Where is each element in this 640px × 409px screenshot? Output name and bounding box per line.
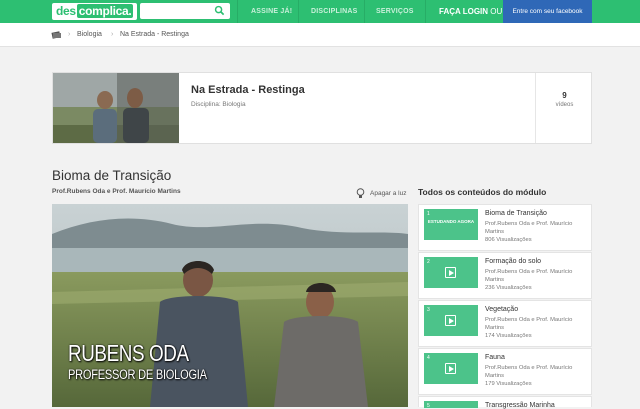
- module-thumbnail[interactable]: [53, 73, 179, 143]
- chevron-right-icon: ›: [68, 31, 71, 38]
- now-studying-label: ESTUDANDO AGORA: [427, 219, 475, 224]
- now-studying-badge: 1 ESTUDANDO AGORA: [424, 209, 478, 240]
- list-item[interactable]: 5 Transgressão Marinha: [418, 396, 592, 409]
- item-professors: Prof.Rubens Oda e Prof. Maurício Martins: [485, 317, 573, 331]
- item-professors: Prof.Rubens Oda e Prof. Maurício Martins: [485, 269, 573, 283]
- nav-divider: [237, 0, 238, 23]
- video-player[interactable]: RUBENS ODA PROFESSOR DE BIOLOGIA: [52, 204, 408, 407]
- item-number: 3: [427, 307, 430, 313]
- module-discipline: Disciplina: Biologia: [191, 101, 246, 108]
- module-contents-heading: Todos os conteúdos do módulo: [418, 187, 547, 197]
- item-title: Bioma de Transição: [485, 210, 547, 217]
- item-title: Fauna: [485, 354, 505, 361]
- item-views: 174 Visualizações: [485, 333, 532, 339]
- item-views: 236 Visualizações: [485, 285, 532, 291]
- item-professors: Prof.Rubens Oda e Prof. Maurício Martins: [485, 221, 573, 235]
- module-card: Na Estrada - Restinga Disciplina: Biolog…: [52, 72, 592, 144]
- list-item[interactable]: 3 Vegetação Prof.Rubens Oda e Prof. Maur…: [418, 300, 592, 347]
- breadcrumb-biologia[interactable]: Biologia: [77, 31, 102, 38]
- search-icon[interactable]: [214, 5, 225, 16]
- module-divider: [535, 73, 536, 143]
- video-overlay-name: RUBENS ODA: [68, 340, 189, 366]
- lights-off-label: Apagar a luz: [370, 190, 407, 197]
- books-icon[interactable]: [51, 30, 62, 40]
- breadcrumb: › Biologia › Na Estrada - Restinga: [0, 23, 640, 47]
- lesson-title: Bioma de Transição: [52, 168, 172, 183]
- list-item[interactable]: 2 Formação do solo Prof.Rubens Oda e Pro…: [418, 252, 592, 299]
- nav-disciplinas[interactable]: DISCIPLINAS: [311, 0, 358, 23]
- login-link[interactable]: FAÇA LOGIN: [439, 7, 488, 16]
- item-thumbnail: 2: [424, 257, 478, 288]
- lesson-professors: Prof.Rubens Oda e Prof. Maurício Martins: [52, 188, 181, 195]
- logo-text-b: complica.: [76, 4, 134, 18]
- item-thumbnail: 4: [424, 353, 478, 384]
- item-title: Vegetação: [485, 306, 519, 313]
- video-count: 9 vídeos: [536, 91, 593, 108]
- play-icon: [445, 315, 456, 326]
- video-count-label: vídeos: [555, 102, 574, 108]
- item-number: 5: [427, 403, 430, 409]
- nav-divider: [298, 0, 299, 23]
- list-item[interactable]: 4 Fauna Prof.Rubens Oda e Prof. Maurício…: [418, 348, 592, 395]
- nav-divider: [425, 0, 426, 23]
- lights-off-toggle[interactable]: Apagar a luz: [356, 188, 407, 199]
- play-icon: [445, 363, 456, 374]
- item-number: 1: [427, 211, 430, 217]
- item-thumbnail: 3: [424, 305, 478, 336]
- list-item[interactable]: 1 ESTUDANDO AGORA Bioma de Transição Pro…: [418, 204, 592, 251]
- item-title: Transgressão Marinha: [485, 402, 555, 409]
- video-count-number: 9: [562, 91, 567, 100]
- breadcrumb-current: Na Estrada - Restinga: [120, 31, 189, 38]
- item-views: 179 Visualizações: [485, 381, 532, 387]
- facebook-login-button[interactable]: Entre com seu facebook: [503, 0, 592, 23]
- nav-assine[interactable]: ASSINE JÁ!: [251, 0, 292, 23]
- item-title: Formação do solo: [485, 258, 542, 265]
- chevron-right-icon: ›: [111, 31, 114, 38]
- nav-divider: [364, 0, 365, 23]
- lightbulb-icon: [356, 188, 365, 198]
- nav-servicos[interactable]: SERVIÇOS: [376, 0, 414, 23]
- search-input[interactable]: [144, 4, 214, 18]
- module-title: Na Estrada - Restinga: [191, 84, 305, 96]
- logo-text-a: des: [56, 4, 76, 18]
- item-number: 4: [427, 355, 430, 361]
- login-area: FAÇA LOGIN OU: [439, 0, 502, 23]
- search-box: [140, 3, 230, 19]
- item-views: 806 Visualizações: [485, 237, 532, 243]
- site-logo[interactable]: des complica.: [52, 3, 138, 20]
- login-or-label: OU: [490, 7, 503, 16]
- play-icon: [445, 267, 456, 278]
- item-number: 2: [427, 259, 430, 265]
- top-navigation-bar: des complica. ASSINE JÁ! DISCIPLINAS SERV…: [0, 0, 640, 23]
- video-overlay-role: PROFESSOR DE BIOLOGIA: [68, 367, 207, 382]
- item-professors: Prof.Rubens Oda e Prof. Maurício Martins: [485, 365, 573, 379]
